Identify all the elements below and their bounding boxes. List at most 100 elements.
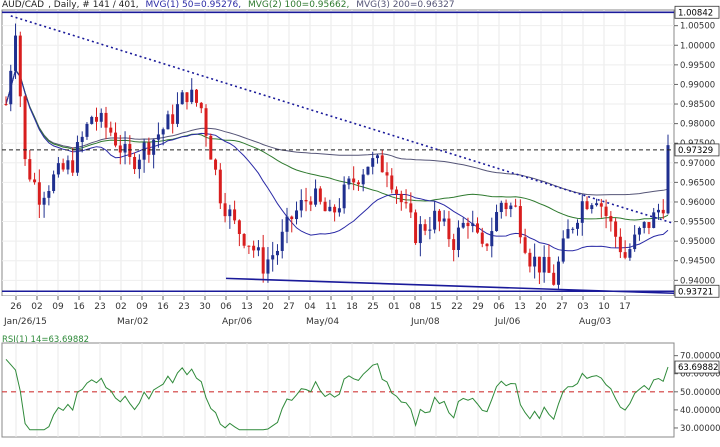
y-tick-label: 0.96500	[680, 178, 715, 188]
candle-body	[252, 245, 256, 251]
y-tick-label: 0.96000	[680, 198, 715, 208]
candle-body	[61, 163, 65, 170]
x-tick-label: 06	[220, 302, 232, 312]
candle-body	[590, 205, 594, 210]
y-tick-label: 0.99000	[680, 80, 715, 90]
candle-body	[147, 142, 151, 155]
month-label: Jan/26/15	[3, 317, 47, 327]
candle-body	[323, 201, 327, 212]
x-tick-label: 23	[94, 302, 105, 312]
candle-body	[233, 209, 237, 221]
month-label: May/04	[306, 317, 339, 327]
candle-body	[509, 205, 513, 210]
candle-body	[342, 184, 346, 209]
x-tick-label: 23	[178, 302, 189, 312]
candle-body	[499, 202, 503, 213]
candle-body	[471, 223, 475, 227]
candle-body	[318, 188, 322, 202]
candle-body	[314, 188, 318, 205]
x-tick-label: 08	[409, 302, 421, 312]
month-label: Jun/08	[410, 317, 440, 327]
y-tick-label: 1.00000	[680, 41, 715, 51]
candle-body	[80, 136, 84, 143]
x-tick-label: 02	[115, 302, 126, 312]
candle-body	[599, 203, 603, 207]
candle-body	[380, 155, 384, 173]
candle-body	[280, 231, 284, 251]
candle-body	[361, 174, 365, 185]
candle-body	[466, 222, 470, 227]
candle-body	[85, 123, 89, 137]
candle-body	[423, 224, 427, 231]
bottom-level-label: 0.93721	[678, 287, 713, 297]
candle-body	[542, 256, 546, 273]
candle-body	[209, 135, 213, 160]
candle-body	[495, 212, 499, 232]
candle-body	[185, 92, 189, 103]
candle-body	[337, 208, 341, 213]
candle-body	[523, 237, 527, 253]
x-tick-label: 17	[619, 302, 630, 312]
candle-body	[9, 70, 13, 105]
candle-body	[242, 234, 246, 246]
x-tick-label: 16	[73, 302, 85, 312]
x-tick-label: 22	[451, 302, 462, 312]
candle-body	[28, 159, 32, 180]
x-tick-label: 09	[52, 302, 64, 312]
x-tick-label: 27	[556, 302, 567, 312]
candle-body	[309, 201, 313, 205]
candle-body	[533, 256, 537, 267]
candle-body	[433, 210, 437, 230]
x-tick-label: 03	[577, 302, 588, 312]
y-tick-label: 0.98500	[680, 100, 715, 110]
y-tick-label: 0.99500	[680, 61, 715, 71]
x-tick-label: 30	[199, 302, 211, 312]
candle-body	[152, 139, 156, 155]
candle-body	[461, 222, 465, 228]
candle-body	[133, 156, 137, 170]
candle-body	[528, 252, 532, 267]
candle-body	[661, 209, 665, 214]
candle-body	[356, 182, 360, 185]
candle-body	[576, 222, 580, 229]
candle-body	[299, 199, 303, 211]
candle-body	[156, 134, 160, 140]
candle-body	[642, 222, 646, 228]
candle-body	[75, 142, 79, 173]
candle-body	[447, 218, 451, 240]
candle-body	[118, 145, 122, 153]
candle-body	[175, 104, 179, 124]
candle-body	[385, 172, 389, 176]
candle-body	[666, 145, 670, 214]
candle-body	[247, 245, 251, 247]
y-tick-label: 0.94000	[680, 276, 715, 286]
candle-body	[609, 215, 613, 222]
candle-body	[218, 169, 222, 204]
candle-body	[514, 205, 518, 207]
candle-body	[366, 166, 370, 175]
candle-body	[628, 249, 632, 258]
candle-body	[237, 220, 241, 235]
price-chart[interactable]: 26 02 09 16 23 02 09 16 23 30 06 13 20 27 04 11 18 25 01 08…	[0, 0, 720, 447]
x-tick-label: 25	[367, 302, 378, 312]
candle-body	[556, 261, 560, 285]
x-tick-label: 09	[136, 302, 148, 312]
candle-body	[261, 247, 265, 274]
y-tick-label: 0.95000	[680, 237, 715, 247]
candle-body	[161, 129, 165, 135]
candle-body	[266, 259, 270, 274]
candle-body	[656, 209, 660, 213]
x-tick-label: 15	[430, 302, 441, 312]
rsi-y-tick-label: 30.00000	[680, 424, 720, 434]
candle-body	[214, 159, 218, 170]
x-tick-label: 06	[493, 302, 505, 312]
candle-body	[566, 229, 570, 239]
x-tick-label: 18	[346, 302, 358, 312]
candle-body	[275, 250, 279, 256]
candle-body	[33, 179, 37, 183]
x-tick-label: 20	[535, 302, 547, 312]
candle-body	[290, 216, 294, 220]
candle-body	[442, 218, 446, 222]
candle-body	[452, 239, 456, 250]
x-tick-label: 01	[388, 302, 399, 312]
